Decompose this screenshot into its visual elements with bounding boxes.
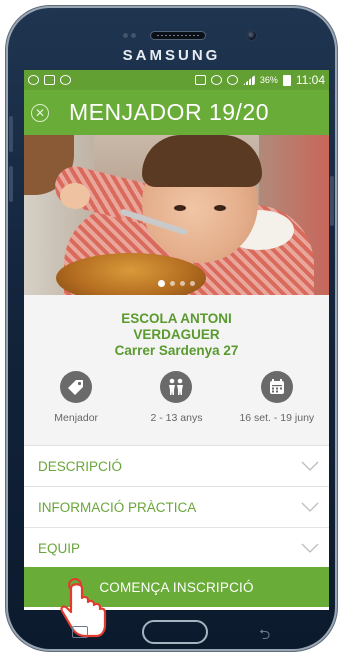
carousel-dot[interactable] (170, 281, 175, 286)
status-clock: 11:04 (295, 73, 325, 87)
recent-apps-key[interactable] (72, 626, 88, 638)
volume-down-key (9, 166, 13, 202)
feature-list: Menjador 2 - 13 anys 16 set. - 19 juny (24, 371, 329, 424)
feature-ages: 2 - 13 anys (130, 371, 222, 424)
hero-image-carousel[interactable] (24, 135, 329, 295)
photo-bowl (56, 253, 206, 295)
photo-eye (174, 205, 186, 211)
accordion-label: INFORMACIÓ PRÀCTICA (38, 499, 197, 515)
school-name-line2: VERDAGUER (133, 327, 220, 342)
page-title: MENJADOR 19/20 (69, 99, 270, 125)
feature-dates: 16 set. - 19 juny (231, 371, 323, 424)
sensor-dot (131, 33, 136, 38)
nfc-icon (194, 75, 206, 85)
front-camera (246, 30, 257, 41)
battery-percent: 36% (259, 75, 278, 85)
accordion-label: DESCRIPCIÓ (38, 458, 123, 474)
power-key (330, 176, 334, 226)
school-name-line1: ESCOLA ANTONI (121, 311, 232, 326)
gallery-icon (44, 75, 55, 85)
calendar-icon (260, 371, 293, 403)
signal-icon (242, 75, 255, 85)
feature-label: Menjador (54, 412, 99, 424)
back-key-icon[interactable]: ⮌ (259, 624, 270, 648)
notification-icon (60, 75, 71, 85)
accordion: DESCRIPCIÓ INFORMACIÓ PRÀCTICA EQUIP (24, 445, 329, 568)
alarm-icon (210, 75, 222, 85)
children-icon (160, 371, 193, 403)
accordion-item-equip[interactable]: EQUIP (24, 527, 329, 568)
chevron-down-icon (301, 543, 319, 553)
school-name: ESCOLA ANTONI VERDAGUER Carrer Sardenya … (24, 311, 329, 359)
whatsapp-icon (28, 75, 39, 85)
chevron-down-icon (301, 502, 319, 512)
feature-label: 2 - 13 anys (150, 412, 203, 424)
wifi-icon (226, 75, 238, 85)
photo-hand (60, 183, 90, 209)
feature-label: 16 set. - 19 juny (239, 412, 315, 424)
carousel-dots[interactable] (24, 280, 329, 287)
chevron-down-icon (301, 461, 319, 471)
carousel-dot[interactable] (190, 281, 195, 286)
sensor-dot (123, 33, 128, 38)
photo-hair (142, 135, 262, 187)
accordion-label: EQUIP (38, 540, 81, 556)
accordion-item-descripcio[interactable]: DESCRIPCIÓ (24, 445, 329, 486)
photo-eye (214, 205, 226, 211)
close-circle-icon[interactable]: ✕ (31, 103, 49, 122)
status-bar: 36% 11:04 (24, 70, 329, 90)
carousel-dot[interactable] (180, 281, 185, 286)
battery-icon (282, 74, 291, 86)
accordion-item-informacio-practica[interactable]: INFORMACIÓ PRÀCTICA (24, 486, 329, 527)
home-button[interactable] (142, 620, 208, 644)
device-brand: SAMSUNG (122, 47, 221, 64)
tag-icon (60, 371, 93, 403)
feature-type: Menjador (30, 371, 122, 424)
app-bar: ✕ MENJADOR 19/20 (24, 90, 329, 135)
activity-info: ESCOLA ANTONI VERDAGUER Carrer Sardenya … (24, 295, 329, 445)
volume-up-key (9, 116, 13, 152)
school-address: Carrer Sardenya 27 (114, 343, 239, 358)
earpiece-speaker (150, 31, 206, 40)
app-screen: 36% 11:04 ✕ MENJADOR 19/20 ESCOLA ANTONI… (24, 70, 329, 610)
carousel-dot[interactable] (158, 280, 165, 287)
